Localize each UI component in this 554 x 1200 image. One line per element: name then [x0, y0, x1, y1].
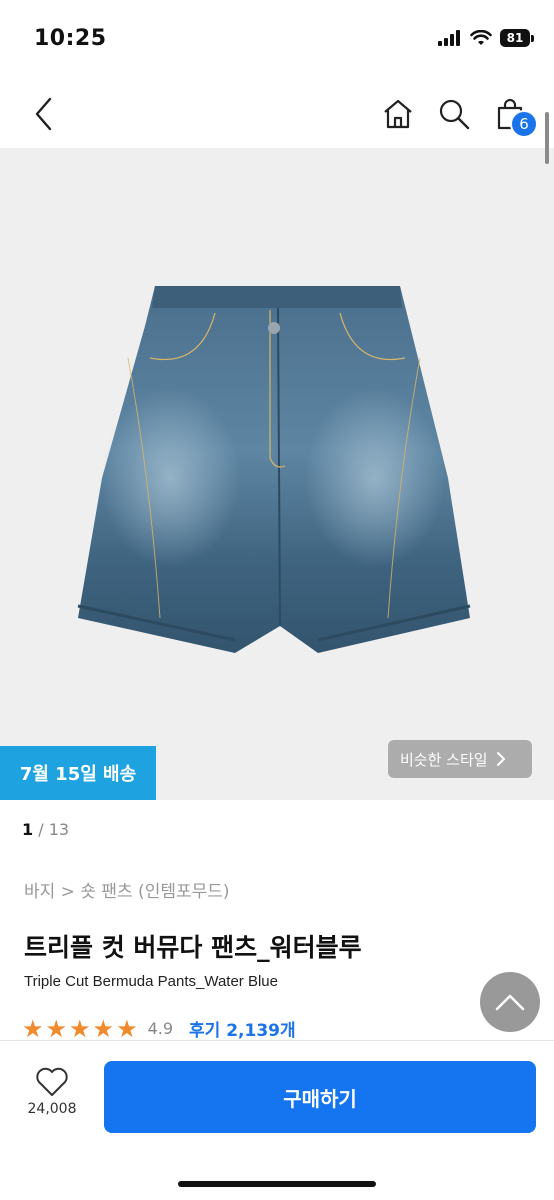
- star-icon: ★: [69, 1014, 91, 1043]
- bottom-action-bar: 24,008 구매하기: [0, 1040, 554, 1200]
- star-icon: ★: [92, 1014, 115, 1043]
- rating-value: 4.9: [147, 1019, 174, 1038]
- back-button[interactable]: [24, 94, 64, 134]
- wishlist-count: 24,008: [27, 1101, 77, 1117]
- star-icon: ★: [22, 1014, 44, 1043]
- wifi-icon: [470, 30, 492, 45]
- status-time: 10:25: [34, 26, 107, 51]
- heart-icon: [36, 1067, 68, 1096]
- home-button[interactable]: [378, 94, 418, 134]
- home-icon: [384, 99, 412, 129]
- star-rating: ★ ★ ★ ★ ★: [22, 1017, 138, 1041]
- chevron-up-icon: [495, 994, 525, 1011]
- search-button[interactable]: [434, 94, 474, 134]
- delivery-date-badge: 7월 15일 배송: [0, 746, 156, 800]
- rating-row: ★ ★ ★ ★ ★ 4.9 후기 2,139개: [22, 1016, 296, 1042]
- review-count-link[interactable]: 후기 2,139개: [189, 1016, 296, 1041]
- buy-button[interactable]: 구매하기: [104, 1061, 536, 1133]
- scroll-indicator: [545, 112, 549, 164]
- product-subtitle: Triple Cut Bermuda Pants_Water Blue: [24, 973, 278, 990]
- status-bar: 10:25 81: [0, 0, 554, 80]
- battery-icon: 81: [500, 29, 534, 47]
- star-icon: ★: [116, 1014, 138, 1043]
- signal-icon: [438, 30, 460, 46]
- product-title: 트리플 컷 버뮤다 팬츠_워터블루: [24, 933, 362, 962]
- image-pager: 1 / 13: [22, 820, 69, 839]
- chevron-right-icon: [496, 752, 505, 766]
- product-image-carousel[interactable]: [0, 148, 554, 800]
- star-icon: ★: [45, 1014, 68, 1043]
- scroll-top-button[interactable]: [480, 972, 540, 1032]
- search-icon: [439, 99, 470, 130]
- wishlist-button[interactable]: 24,008: [20, 1067, 84, 1137]
- similar-style-button[interactable]: 비슷한 스타일: [388, 740, 532, 778]
- pager-total: / 13: [33, 820, 70, 839]
- top-nav-bar: [0, 80, 554, 148]
- pager-current: 1: [22, 820, 34, 839]
- back-arrow-icon: [35, 97, 52, 131]
- cart-count-badge: 6: [510, 110, 538, 138]
- product-image: [77, 286, 471, 653]
- home-indicator: [178, 1181, 376, 1187]
- breadcrumb[interactable]: 바지 > 숏 팬츠 (인템포무드): [24, 877, 230, 902]
- battery-level: 81: [500, 29, 530, 47]
- status-icons: 81: [438, 29, 534, 47]
- similar-style-label: 비슷한 스타일: [400, 750, 488, 769]
